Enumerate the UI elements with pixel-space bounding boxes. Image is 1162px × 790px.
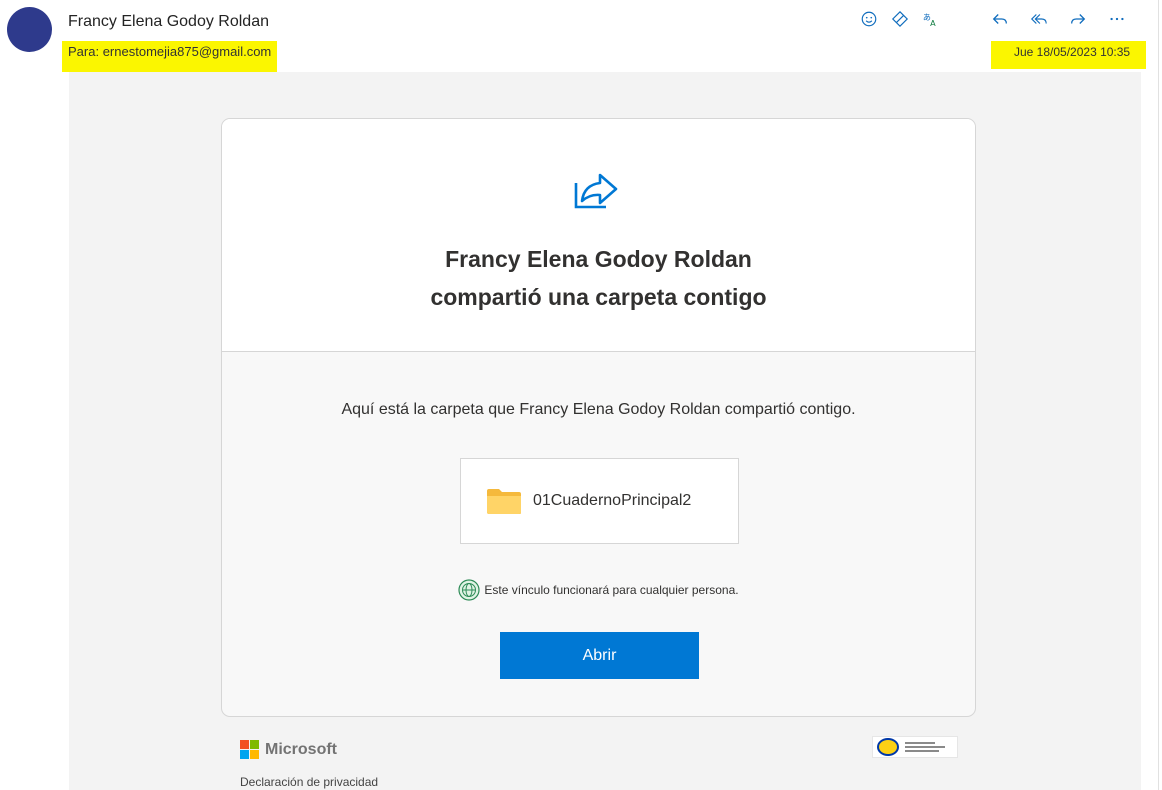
received-date: Jue 18/05/2023 10:35 — [991, 41, 1146, 69]
shared-folder-link[interactable]: 01CuadernoPrincipal2 — [460, 458, 739, 544]
message-toolbar: あA — [855, 6, 1145, 32]
more-icon[interactable] — [1103, 6, 1131, 32]
tag-icon[interactable] — [886, 6, 914, 32]
open-button[interactable]: Abrir — [500, 632, 699, 679]
microsoft-brand: Microsoft — [265, 740, 337, 758]
organization-name-lines — [905, 742, 945, 752]
share-card: Francy Elena Godoy Roldan compartió una … — [221, 118, 976, 717]
share-title-line1: Francy Elena Godoy Roldan — [445, 246, 752, 272]
reply-icon[interactable] — [986, 6, 1014, 32]
forward-icon[interactable] — [1064, 6, 1092, 32]
pane-divider — [1158, 0, 1159, 790]
share-card-header: Francy Elena Godoy Roldan compartió una … — [222, 119, 975, 352]
link-permission-note: Este vínculo funcionará para cualquier p… — [222, 579, 975, 601]
share-title-line2: compartió una carpeta contigo — [430, 284, 767, 310]
privacy-link[interactable]: Declaración de privacidad — [240, 775, 378, 789]
sender-avatar[interactable] — [7, 7, 52, 52]
to-label: Para: — [68, 44, 100, 59]
share-icon — [574, 173, 618, 209]
reply-all-icon[interactable] — [1025, 6, 1053, 32]
coat-of-arms-icon — [877, 738, 899, 756]
link-note-text: Este vínculo funcionará para cualquier p… — [484, 583, 739, 597]
smiley-icon[interactable] — [855, 6, 883, 32]
recipient-line: Para: ernestomejia875@gmail.com — [62, 41, 278, 72]
share-description: Aquí está la carpeta que Francy Elena Go… — [341, 401, 856, 418]
organization-logo — [872, 736, 958, 758]
microsoft-logo: Microsoft — [240, 740, 337, 759]
share-title: Francy Elena Godoy Roldan compartió una … — [222, 240, 975, 316]
microsoft-squares-icon — [240, 740, 259, 759]
svg-text:A: A — [930, 18, 936, 28]
translate-icon[interactable]: あA — [917, 6, 945, 32]
globe-icon — [458, 579, 481, 601]
sender-name[interactable]: Francy Elena Godoy Roldan — [68, 13, 269, 31]
folder-name: 01CuadernoPrincipal2 — [533, 492, 692, 509]
folder-icon — [487, 489, 521, 514]
recipient-address[interactable]: ernestomejia875@gmail.com — [103, 44, 272, 59]
